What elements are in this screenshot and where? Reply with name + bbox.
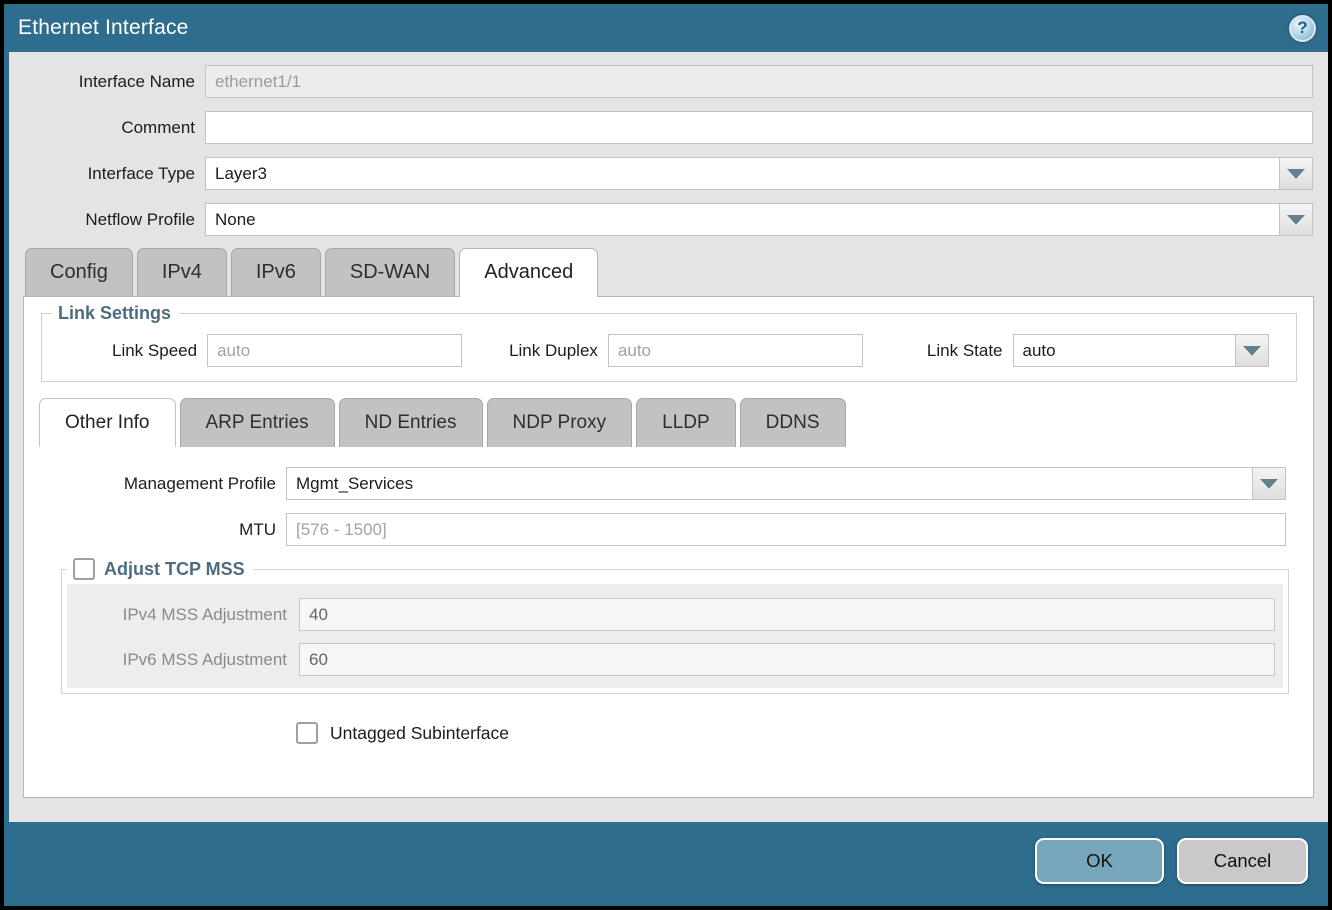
link-state-group: Link State <box>927 334 1269 367</box>
ipv6-mss-row: IPv6 MSS Adjustment <box>67 643 1275 676</box>
interface-type-row: Interface Type <box>9 157 1313 190</box>
interface-name-field <box>205 65 1313 98</box>
interface-type-value[interactable] <box>206 158 1279 189</box>
chevron-down-icon <box>1287 215 1305 225</box>
comment-field[interactable] <box>205 111 1313 144</box>
tab-ddns[interactable]: DDNS <box>740 398 846 447</box>
tab-ndp-proxy[interactable]: NDP Proxy <box>487 398 633 447</box>
adjust-tcp-mss-checkbox[interactable] <box>73 558 95 580</box>
mtu-field[interactable] <box>286 513 1286 546</box>
adjust-tcp-mss-fieldset: Adjust TCP MSS IPv4 MSS Adjustment IPv6 … <box>61 558 1289 694</box>
tab-config[interactable]: Config <box>25 248 133 296</box>
chevron-down-icon <box>1243 346 1261 356</box>
ipv4-mss-label: IPv4 MSS Adjustment <box>67 605 299 625</box>
cancel-button[interactable]: Cancel <box>1177 838 1308 884</box>
link-state-dropdown-button[interactable] <box>1235 335 1268 366</box>
link-duplex-label: Link Duplex <box>509 341 608 361</box>
dialog-footer: OK Cancel <box>4 822 1328 906</box>
link-settings-fieldset: Link Settings Link Speed Link Duplex Lin… <box>41 303 1297 382</box>
chevron-down-icon <box>1287 169 1305 179</box>
mss-disabled-area: IPv4 MSS Adjustment IPv6 MSS Adjustment <box>67 584 1283 688</box>
netflow-profile-dropdown[interactable] <box>205 203 1313 236</box>
other-info-tabstrip: Other Info ARP Entries ND Entries NDP Pr… <box>39 398 1313 447</box>
link-state-label: Link State <box>927 341 1013 361</box>
link-duplex-group: Link Duplex <box>509 334 863 367</box>
ok-button[interactable]: OK <box>1035 838 1164 884</box>
link-settings-legend: Link Settings <box>52 303 179 324</box>
netflow-profile-label: Netflow Profile <box>9 210 205 230</box>
comment-row: Comment <box>9 111 1313 144</box>
untagged-subinterface-checkbox[interactable] <box>296 722 318 744</box>
dialog-title: Ethernet Interface <box>18 16 189 40</box>
ipv6-mss-field <box>299 643 1275 676</box>
chevron-down-icon <box>1260 479 1278 489</box>
dialog-body: Interface Name Comment Interface Type Ne… <box>9 52 1328 822</box>
other-info-content: Management Profile MTU <box>24 447 1313 744</box>
dialog-titlebar: Ethernet Interface ? <box>4 4 1328 52</box>
mtu-label: MTU <box>24 520 286 540</box>
tab-arp-entries[interactable]: ARP Entries <box>180 398 335 447</box>
tab-lldp[interactable]: LLDP <box>636 398 736 447</box>
link-state-dropdown[interactable] <box>1013 334 1269 367</box>
untagged-subinterface-row: Untagged Subinterface <box>296 722 1313 744</box>
advanced-tab-panel: Link Settings Link Speed Link Duplex Lin… <box>23 296 1314 798</box>
ethernet-interface-dialog: Ethernet Interface ? Interface Name Comm… <box>4 4 1328 906</box>
interface-name-row: Interface Name <box>9 65 1313 98</box>
comment-label: Comment <box>9 118 205 138</box>
main-tabstrip: Config IPv4 IPv6 SD-WAN Advanced <box>25 248 1328 296</box>
link-speed-field[interactable] <box>207 334 462 367</box>
link-settings-fields: Link Speed Link Duplex Link State <box>52 334 1286 367</box>
management-profile-row: Management Profile <box>24 467 1286 500</box>
netflow-profile-dropdown-button[interactable] <box>1279 204 1312 235</box>
ipv4-mss-field <box>299 598 1275 631</box>
interface-type-label: Interface Type <box>9 164 205 184</box>
ipv4-mss-row: IPv4 MSS Adjustment <box>67 598 1275 631</box>
link-speed-label: Link Speed <box>112 341 207 361</box>
tab-nd-entries[interactable]: ND Entries <box>339 398 483 447</box>
management-profile-label: Management Profile <box>24 474 286 494</box>
tab-advanced[interactable]: Advanced <box>459 248 598 296</box>
adjust-tcp-mss-legend: Adjust TCP MSS <box>67 558 253 580</box>
tab-other-info[interactable]: Other Info <box>39 398 176 447</box>
tab-sdwan[interactable]: SD-WAN <box>325 248 455 296</box>
interface-type-dropdown[interactable] <box>205 157 1313 190</box>
management-profile-dropdown[interactable] <box>286 467 1286 500</box>
help-icon[interactable]: ? <box>1289 15 1316 42</box>
netflow-profile-value[interactable] <box>206 204 1279 235</box>
ipv6-mss-label: IPv6 MSS Adjustment <box>67 650 299 670</box>
management-profile-dropdown-button[interactable] <box>1252 468 1285 499</box>
untagged-subinterface-label: Untagged Subinterface <box>330 723 509 744</box>
screenshot-frame: Ethernet Interface ? Interface Name Comm… <box>0 0 1332 910</box>
interface-type-dropdown-button[interactable] <box>1279 158 1312 189</box>
interface-name-label: Interface Name <box>9 72 205 92</box>
management-profile-value[interactable] <box>287 468 1252 499</box>
link-state-value[interactable] <box>1014 335 1235 366</box>
link-duplex-field[interactable] <box>608 334 863 367</box>
link-speed-group: Link Speed <box>112 334 462 367</box>
netflow-profile-row: Netflow Profile <box>9 203 1313 236</box>
adjust-tcp-mss-legend-label: Adjust TCP MSS <box>104 559 245 580</box>
mtu-row: MTU <box>24 513 1286 546</box>
tab-ipv4[interactable]: IPv4 <box>137 248 227 296</box>
tab-ipv6[interactable]: IPv6 <box>231 248 321 296</box>
